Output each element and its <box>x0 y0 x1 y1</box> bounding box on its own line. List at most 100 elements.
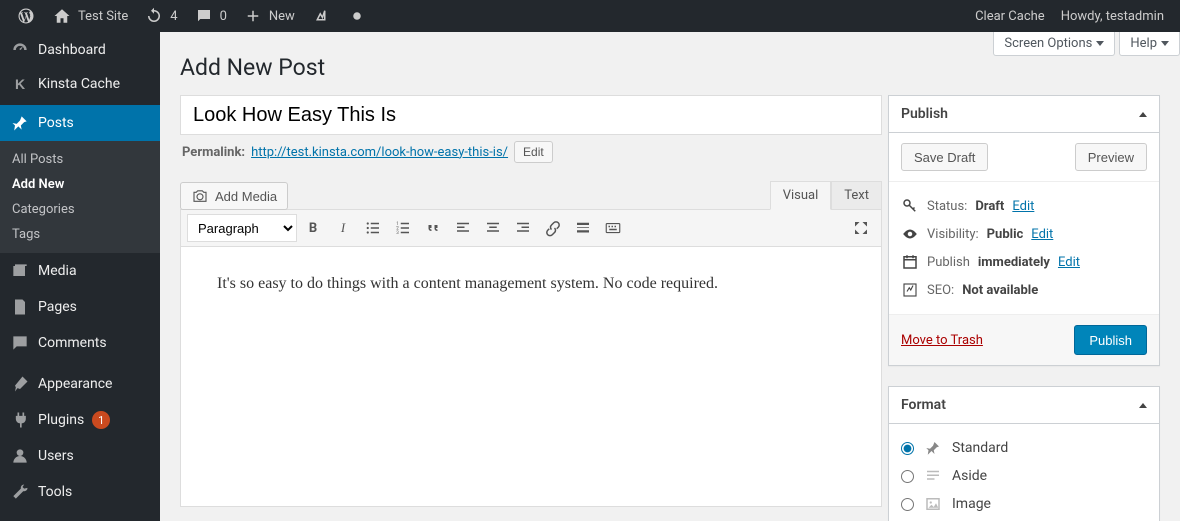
image-icon <box>924 495 942 513</box>
align-center-icon <box>484 219 502 237</box>
help-toggle[interactable]: Help <box>1119 32 1180 56</box>
new-link[interactable]: New <box>235 0 303 32</box>
aside-icon <box>924 467 942 485</box>
permalink-edit-button[interactable]: Edit <box>514 141 553 163</box>
comments-icon <box>10 333 30 353</box>
quote-button[interactable] <box>419 214 447 242</box>
wordpress-icon <box>16 6 36 26</box>
readmore-button[interactable] <box>569 214 597 242</box>
sidebar-item-pages[interactable]: Pages <box>0 289 160 325</box>
readmore-icon <box>574 219 592 237</box>
sidebar-item-tools[interactable]: Tools <box>0 474 160 510</box>
sidebar-item-plugins[interactable]: Plugins1 <box>0 402 160 438</box>
publish-box: Publish Save Draft Preview Status:DraftE… <box>888 95 1160 366</box>
comments-count: 0 <box>220 9 227 24</box>
fullscreen-button[interactable] <box>847 214 875 242</box>
seo-link[interactable] <box>303 0 339 32</box>
post-content-editor[interactable]: It's so easy to do things with a content… <box>180 247 882 507</box>
list-ol-icon: 123 <box>394 219 412 237</box>
plug-icon <box>10 410 30 430</box>
visibility-edit-link[interactable]: Edit <box>1031 227 1053 242</box>
add-media-button[interactable]: Add Media <box>180 182 288 210</box>
chevron-up-icon <box>1139 112 1147 117</box>
schedule-edit-link[interactable]: Edit <box>1058 255 1080 270</box>
sidebar-item-comments[interactable]: Comments <box>0 325 160 361</box>
account-link[interactable]: Howdy, testadmin <box>1053 0 1172 32</box>
editor-toolbar: Paragraph B I 123 <box>180 209 882 247</box>
sidebar-item-posts[interactable]: Posts <box>0 105 160 141</box>
format-box: Format Standard Aside Image Video <box>888 386 1160 521</box>
tab-visual[interactable]: Visual <box>770 181 832 210</box>
permalink-label: Permalink: <box>182 145 245 160</box>
submenu-all-posts[interactable]: All Posts <box>0 147 160 172</box>
link-button[interactable] <box>539 214 567 242</box>
submenu-categories[interactable]: Categories <box>0 197 160 222</box>
bullet-list-button[interactable] <box>359 214 387 242</box>
publish-button[interactable]: Publish <box>1074 325 1147 355</box>
main-content: Screen Options Help Add New Post Permali… <box>160 32 1180 521</box>
refresh-icon <box>144 6 164 26</box>
link-icon <box>544 219 562 237</box>
status-edit-link[interactable]: Edit <box>1012 199 1034 214</box>
dashboard-icon <box>10 40 30 60</box>
status-dot[interactable] <box>339 0 375 32</box>
eye-icon <box>901 225 919 243</box>
toolbar-toggle-button[interactable] <box>599 214 627 242</box>
preview-button[interactable]: Preview <box>1075 143 1147 171</box>
plus-icon <box>243 6 263 26</box>
wp-logo[interactable] <box>8 0 44 32</box>
sidebar-item-kinsta[interactable]: KKinsta Cache <box>0 68 160 100</box>
updates-link[interactable]: 4 <box>136 0 185 32</box>
submenu-tags[interactable]: Tags <box>0 222 160 247</box>
list-ul-icon <box>364 219 382 237</box>
plugins-badge: 1 <box>92 411 110 429</box>
submenu-add-new[interactable]: Add New <box>0 172 160 197</box>
align-left-button[interactable] <box>449 214 477 242</box>
pages-icon <box>10 297 30 317</box>
sidebar-item-users[interactable]: Users <box>0 438 160 474</box>
page-title: Add New Post <box>180 54 1160 81</box>
tab-text[interactable]: Text <box>831 181 882 210</box>
comments-link[interactable]: 0 <box>186 0 235 32</box>
publish-box-header[interactable]: Publish <box>889 96 1159 133</box>
format-opt-aside[interactable]: Aside <box>901 462 1147 490</box>
home-icon <box>52 6 72 26</box>
move-to-trash-link[interactable]: Move to Trash <box>901 333 983 348</box>
save-draft-button[interactable]: Save Draft <box>901 143 988 171</box>
format-select[interactable]: Paragraph <box>187 214 297 242</box>
sidebar-item-media[interactable]: Media <box>0 253 160 289</box>
bold-button[interactable]: B <box>299 214 327 242</box>
format-box-header[interactable]: Format <box>889 387 1159 424</box>
align-center-button[interactable] <box>479 214 507 242</box>
post-title-input[interactable] <box>180 95 882 135</box>
clear-cache-link[interactable]: Clear Cache <box>967 0 1053 32</box>
site-name: Test Site <box>78 9 128 24</box>
svg-text:3: 3 <box>396 230 399 236</box>
permalink-row: Permalink: http://test.kinsta.com/look-h… <box>182 141 880 163</box>
pin-icon <box>924 439 942 457</box>
new-label: New <box>269 9 295 24</box>
format-opt-standard[interactable]: Standard <box>901 434 1147 462</box>
align-left-icon <box>454 219 472 237</box>
sidebar-item-appearance[interactable]: Appearance <box>0 366 160 402</box>
seo-box-icon <box>901 281 919 299</box>
chevron-up-icon <box>1139 403 1147 408</box>
permalink-link[interactable]: http://test.kinsta.com/look-how-easy-thi… <box>251 145 508 160</box>
kinsta-icon: K <box>10 76 30 92</box>
italic-button[interactable]: I <box>329 214 357 242</box>
sidebar-item-dashboard[interactable]: Dashboard <box>0 32 160 68</box>
number-list-button[interactable]: 123 <box>389 214 417 242</box>
admin-sidebar: Dashboard KKinsta Cache Posts All Posts … <box>0 32 160 521</box>
tools-icon <box>10 482 30 502</box>
align-right-button[interactable] <box>509 214 537 242</box>
pin-icon <box>10 113 30 133</box>
media-icon <box>10 261 30 281</box>
format-opt-image[interactable]: Image <box>901 490 1147 518</box>
chevron-down-icon <box>1161 41 1169 46</box>
site-link[interactable]: Test Site <box>44 0 136 32</box>
screen-options-toggle[interactable]: Screen Options <box>993 32 1115 56</box>
circle-icon <box>347 6 367 26</box>
seo-icon <box>311 6 331 26</box>
updates-count: 4 <box>170 9 177 24</box>
users-icon <box>10 446 30 466</box>
